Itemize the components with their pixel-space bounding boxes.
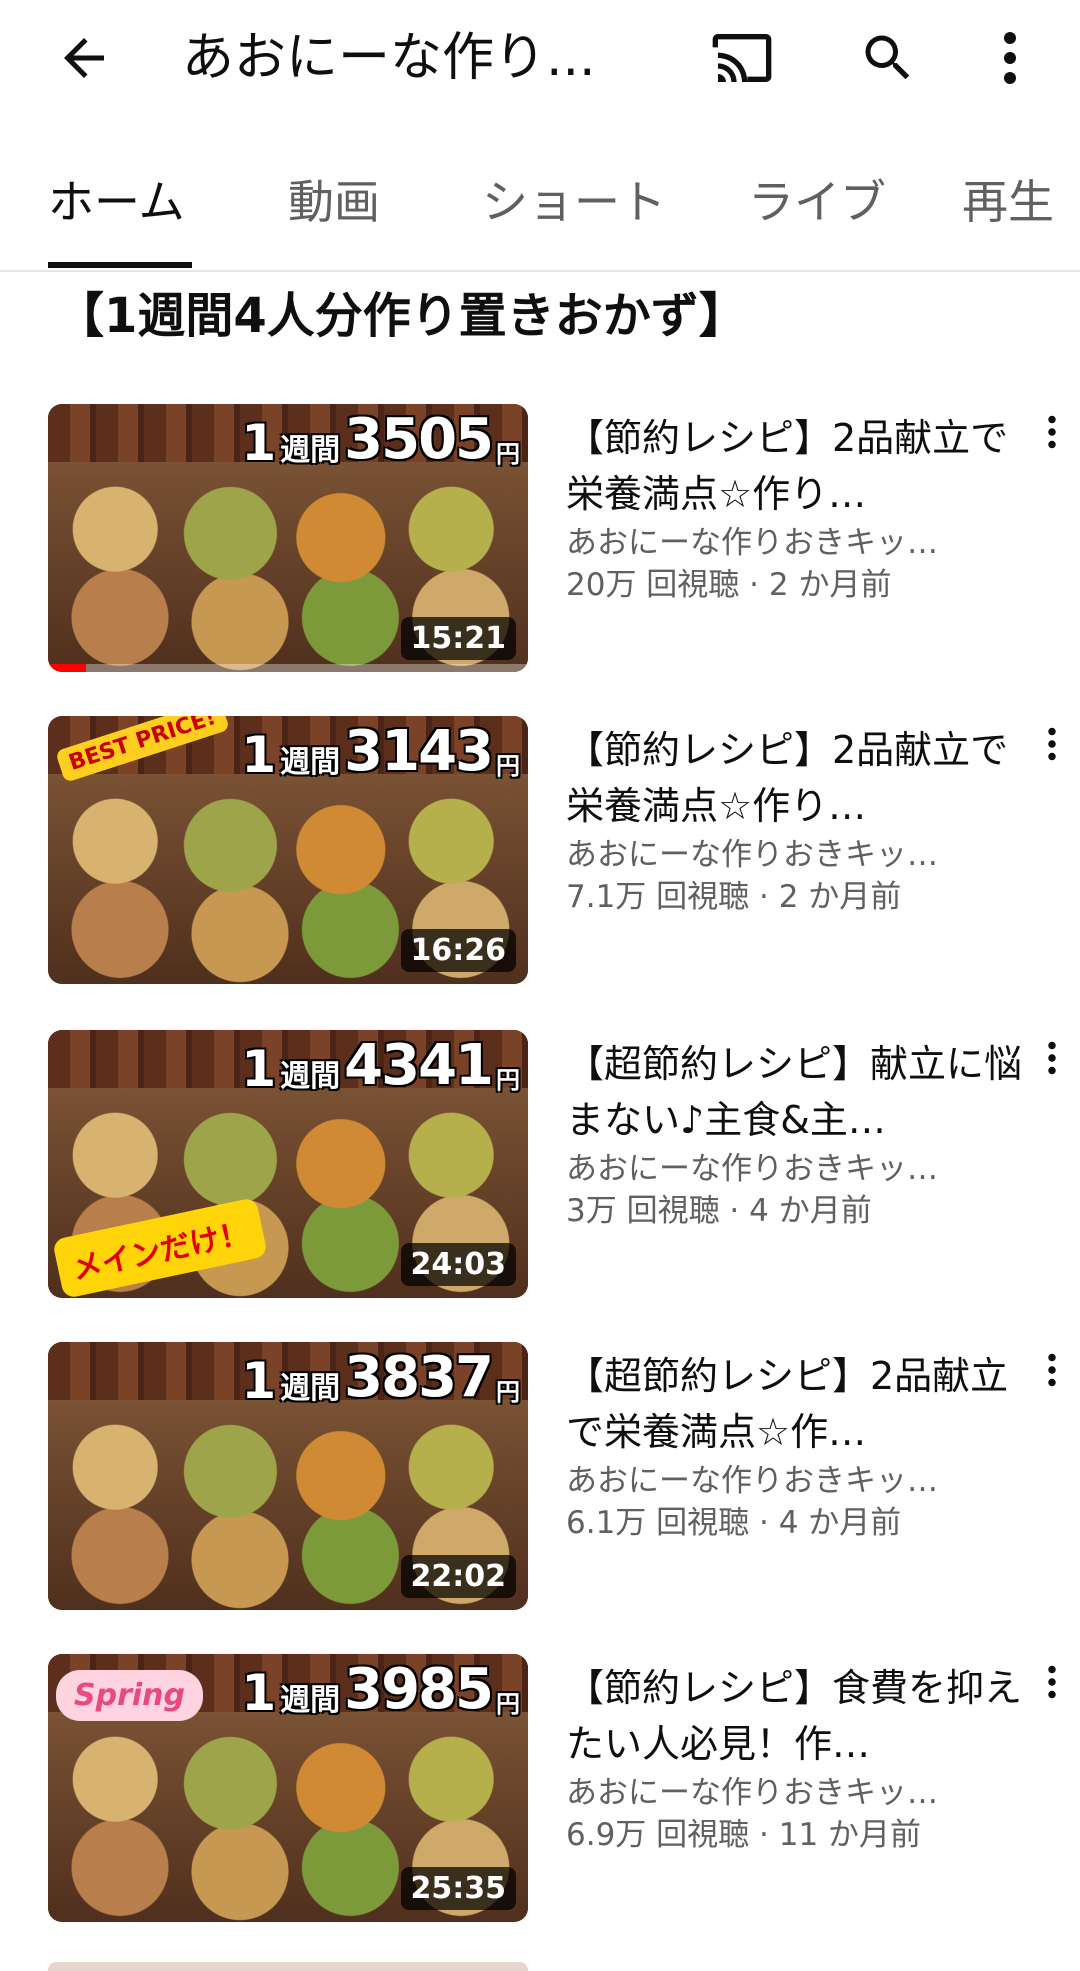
price-amount: 3985 (344, 1657, 494, 1722)
price-prefix: 1 (241, 1352, 277, 1410)
more-vertical-icon (1048, 727, 1056, 761)
more-vertical-icon (1048, 1041, 1056, 1075)
video-title[interactable]: 【超節約レシピ】献立に悩まない♪主食&主… (566, 1036, 1036, 1148)
price-currency: 円 (496, 440, 520, 468)
video-channel: あおにーな作りおきキッ… (566, 1775, 938, 1811)
video-menu-button[interactable] (1032, 716, 1072, 772)
video-title[interactable]: 【節約レシピ】食費を抑えたい人必見！作… (566, 1660, 1036, 1772)
video-thumbnail[interactable]: Spring 1 週間 3985 円 25:35 (48, 1654, 528, 1922)
price-amount: 4341 (344, 1033, 494, 1098)
top-app-bar: あおにーな作り... (0, 0, 1080, 112)
video-stats: 20万 回視聴 · 2 か月前 (566, 567, 892, 603)
watch-progress-fill (48, 664, 87, 672)
video-duration: 24:03 (400, 1243, 516, 1286)
more-vertical-icon (1048, 1665, 1056, 1699)
thumbnail-price-overlay: 1 週間 3985 円 (241, 1657, 520, 1722)
tab-live[interactable]: ライブ (748, 166, 886, 232)
next-video-thumbnail-peek[interactable] (48, 1962, 528, 1971)
price-amount: 3837 (344, 1345, 494, 1410)
back-button[interactable] (48, 22, 120, 94)
thumbnail-price-overlay: 1 週間 3837 円 (241, 1345, 520, 1410)
price-amount: 3143 (344, 719, 494, 784)
section-title: 【1週間4人分作り置きおかず】 (56, 288, 747, 344)
back-arrow-icon (64, 38, 104, 78)
video-item[interactable]: 1 週間 3837 円 22:02 【超節約レシピ】2品献立で栄養満点☆作… あ… (48, 1342, 1080, 1610)
price-currency: 円 (496, 1378, 520, 1406)
video-metadata: 【節約レシピ】2品献立で栄養満点☆作り… あおにーな作りおきキッ… 20万 回視… (566, 410, 1036, 606)
video-thumbnail[interactable]: 1 週間 3837 円 22:02 (48, 1342, 528, 1610)
price-prefix: 1 (241, 414, 277, 472)
video-title[interactable]: 【節約レシピ】2品献立で栄養満点☆作り… (566, 722, 1036, 834)
video-channel: あおにーな作りおきキッ… (566, 837, 938, 873)
thumbnail-price-overlay: 1 週間 4341 円 (241, 1033, 520, 1098)
search-button[interactable] (852, 22, 924, 94)
more-vertical-icon (1048, 415, 1056, 449)
tab-home[interactable]: ホーム (48, 166, 185, 232)
video-menu-button[interactable] (1032, 1342, 1072, 1398)
more-vertical-icon (1004, 32, 1016, 84)
watch-progress-bar (48, 664, 528, 672)
thumbnail-price-overlay: 1 週間 3143 円 (241, 719, 520, 784)
video-title[interactable]: 【超節約レシピ】2品献立で栄養満点☆作… (566, 1348, 1036, 1460)
video-metadata: 【節約レシピ】2品献立で栄養満点☆作り… あおにーな作りおきキッ… 7.1万 回… (566, 722, 1036, 918)
video-item[interactable]: 1 週間 3505 円 15:21 【節約レシピ】2品献立で栄養満点☆作り… あ… (48, 404, 1080, 672)
more-vertical-icon (1048, 1353, 1056, 1387)
more-options-button[interactable] (990, 22, 1030, 94)
video-metadata: 【超節約レシピ】2品献立で栄養満点☆作… あおにーな作りおきキッ… 6.1万 回… (566, 1348, 1036, 1544)
price-currency: 円 (496, 1690, 520, 1718)
video-thumbnail[interactable]: 1 週間 4341 円 メインだけ！ 24:03 (48, 1030, 528, 1298)
tab-shorts[interactable]: ショート (482, 166, 666, 232)
price-unit: 週間 (280, 1059, 341, 1094)
channel-title: あおにーな作り... (182, 28, 596, 88)
price-unit: 週間 (280, 1371, 341, 1406)
video-thumbnail[interactable]: BEST PRICE! 1 週間 3143 円 16:26 (48, 716, 528, 984)
cast-icon (712, 34, 772, 82)
video-stats: 7.1万 回視聴 · 2 か月前 (566, 879, 902, 915)
price-prefix: 1 (241, 726, 277, 784)
video-metadata: 【超節約レシピ】献立に悩まない♪主食&主… あおにーな作りおきキッ… 3万 回視… (566, 1036, 1036, 1232)
cast-button[interactable] (704, 22, 780, 94)
price-unit: 週間 (280, 745, 341, 780)
video-duration: 22:02 (400, 1555, 516, 1598)
video-thumbnail[interactable]: 1 週間 3505 円 15:21 (48, 404, 528, 672)
video-title[interactable]: 【節約レシピ】2品献立で栄養満点☆作り… (566, 410, 1036, 522)
price-prefix: 1 (241, 1664, 277, 1722)
video-metadata: 【節約レシピ】食費を抑えたい人必見！作… あおにーな作りおきキッ… 6.9万 回… (566, 1660, 1036, 1856)
video-item[interactable]: 1 週間 4341 円 メインだけ！ 24:03 【超節約レシピ】献立に悩まない… (48, 1030, 1080, 1298)
video-menu-button[interactable] (1032, 1030, 1072, 1086)
tab-playlists[interactable]: 再生 (962, 166, 1054, 232)
video-item[interactable]: Spring 1 週間 3985 円 25:35 【節約レシピ】食費を抑えたい人… (48, 1654, 1080, 1922)
video-stats: 3万 回視聴 · 4 か月前 (566, 1193, 872, 1229)
video-menu-button[interactable] (1032, 1654, 1072, 1710)
video-channel: あおにーな作りおきキッ… (566, 1151, 938, 1187)
tab-videos[interactable]: 動画 (288, 166, 380, 232)
video-menu-button[interactable] (1032, 404, 1072, 460)
channel-tabs: ホーム 動画 ショート ライブ 再生 (0, 140, 1080, 272)
price-unit: 週間 (280, 433, 341, 468)
video-item[interactable]: BEST PRICE! 1 週間 3143 円 16:26 【節約レシピ】2品献… (48, 716, 1080, 984)
video-stats: 6.1万 回視聴 · 4 か月前 (566, 1505, 902, 1541)
video-channel: あおにーな作りおきキッ… (566, 1463, 938, 1499)
thumbnail-badge: Spring (56, 1670, 203, 1721)
video-stats: 6.9万 回視聴 · 11 か月前 (566, 1817, 922, 1853)
video-duration: 16:26 (400, 929, 516, 972)
video-channel: あおにーな作りおきキッ… (566, 525, 938, 561)
thumbnail-price-overlay: 1 週間 3505 円 (241, 407, 520, 472)
search-icon (865, 35, 910, 80)
price-currency: 円 (496, 1066, 520, 1094)
video-duration: 15:21 (400, 617, 516, 660)
price-amount: 3505 (344, 407, 494, 472)
price-unit: 週間 (280, 1683, 341, 1718)
price-currency: 円 (496, 752, 520, 780)
active-tab-indicator (48, 262, 192, 268)
video-duration: 25:35 (400, 1867, 516, 1910)
price-prefix: 1 (241, 1040, 277, 1098)
